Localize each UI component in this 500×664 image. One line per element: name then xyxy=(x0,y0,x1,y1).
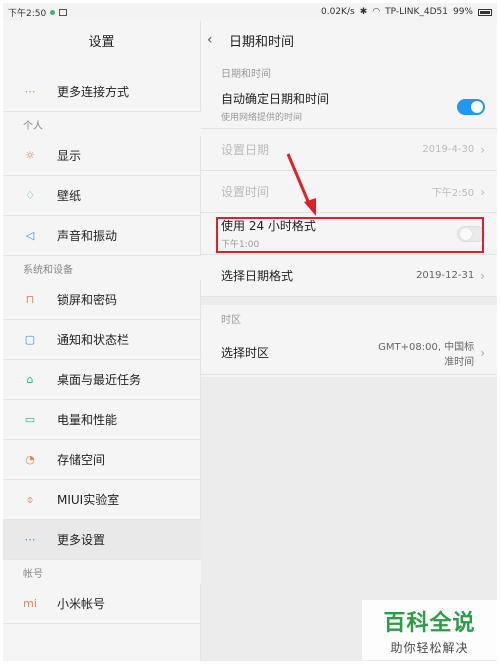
sidebar-item-label: 通知和状态栏 xyxy=(57,333,130,347)
flask-icon: ⌽ xyxy=(26,492,34,506)
sidebar-item[interactable]: mi 小米帐号 xyxy=(3,584,201,624)
chevron-right-icon: › xyxy=(480,184,485,199)
timezone-value-line1: GMT+08:00, 中国标 xyxy=(378,341,475,353)
timezone-title: 选择时区 xyxy=(221,346,270,360)
chevron-right-icon: › xyxy=(480,345,485,360)
sidebar-item[interactable]: ⌽ MIUI实验室 xyxy=(3,480,201,520)
auto-datetime-title: 自动确定日期和时间 xyxy=(221,92,330,106)
sidebar-item-label: 显示 xyxy=(57,149,82,163)
sidebar-item[interactable]: ◔ 存储空间 xyxy=(3,440,201,480)
sidebar-item-label: 电量和性能 xyxy=(57,413,118,427)
dots-icon: ⋯ xyxy=(24,533,36,546)
battery-percent: 99% xyxy=(452,7,473,17)
sidebar-item-label: 壁纸 xyxy=(57,189,82,203)
date-format-title: 选择日期格式 xyxy=(221,269,294,283)
settings-sidebar: 设置 ⋯ 更多连接方式个人 ☼ 显示 ♢ 壁纸 ◁ 声音和振动系统和设备 ⊓ 锁屏和密码 ▢ 通知和状… xyxy=(3,21,201,661)
watermark-subtitle: 助你轻松解决 xyxy=(390,640,469,655)
status-bar: 下午2:50 0.02K/s ✱ ◠ TP-LINK_4D51 99% xyxy=(3,3,497,21)
sidebar-item[interactable]: ☼ 显示 xyxy=(3,136,201,176)
set-time-row[interactable]: 设置时间 下午2:50 › xyxy=(201,171,497,213)
set-time-title: 设置时间 xyxy=(221,185,270,199)
mi-icon: mi xyxy=(23,597,37,610)
bluetooth-icon: ✱ xyxy=(359,7,368,17)
auto-datetime-sub: 使用网络提供的时间 xyxy=(221,113,303,123)
sidebar-item-label: 锁屏和密码 xyxy=(57,293,118,307)
watermark-title: 百科全说 xyxy=(383,610,476,636)
home-icon: ⌂ xyxy=(26,373,34,386)
sun-icon: ☼ xyxy=(25,149,35,162)
sidebar-item-label: 更多设置 xyxy=(57,533,106,547)
watermark: 百科全说 助你轻松解决 xyxy=(362,600,497,660)
image-icon xyxy=(59,8,68,16)
highlight-box xyxy=(216,217,484,253)
battery-icon xyxy=(478,8,492,16)
wallpaper-icon: ♢ xyxy=(25,189,35,202)
chevron-left-icon[interactable]: ‹ xyxy=(207,32,223,48)
date-format-row[interactable]: 选择日期格式 2019-12-31 › xyxy=(201,255,497,297)
network-speed: 0.02K/s xyxy=(321,7,355,17)
timezone-value-line2: 准时间 xyxy=(444,356,475,368)
wifi-name: TP-LINK_4D51 xyxy=(385,7,448,17)
sidebar-item[interactable]: ◁ 声音和振动 xyxy=(3,216,201,256)
timezone-value: GMT+08:00, 中国标 准时间 xyxy=(378,338,474,368)
section-header-timezone: 时区 xyxy=(221,314,241,326)
sidebar-item-label: 桌面与最近任务 xyxy=(57,373,142,387)
sidebar-section-header: 个人 xyxy=(3,112,201,136)
sidebar-item[interactable]: ▢ 通知和状态栏 xyxy=(3,320,201,360)
sidebar-item[interactable]: ♢ 壁纸 xyxy=(3,176,201,216)
storage-icon: ◔ xyxy=(25,453,35,466)
set-date-row[interactable]: 设置日期 2019-4-30 › xyxy=(201,129,497,171)
sidebar-item-label: 声音和振动 xyxy=(57,229,118,243)
speaker-icon: ◁ xyxy=(25,229,35,242)
set-date-value: 2019-4-30 xyxy=(422,144,475,155)
sidebar-item-label: 小米帐号 xyxy=(57,597,106,611)
set-time-value: 下午2:50 xyxy=(431,188,475,199)
sidebar-item-label: 存储空间 xyxy=(57,453,106,467)
sidebar-item[interactable]: ▭ 电量和性能 xyxy=(3,400,201,440)
date-format-value: 2019-12-31 xyxy=(416,270,475,281)
auto-datetime-toggle[interactable] xyxy=(457,98,485,115)
panel-header: ‹ 日期和时间 xyxy=(201,21,497,59)
sidebar-item[interactable]: ⋯ 更多连接方式 xyxy=(3,72,201,112)
chevron-right-icon: › xyxy=(480,268,485,283)
status-time: 下午2:50 xyxy=(8,8,47,19)
set-date-title: 设置日期 xyxy=(221,143,270,157)
sidebar-list: ⋯ 更多连接方式个人 ☼ 显示 ♢ 壁纸 ◁ 声音和振动系统和设备 ⊓ 锁屏和密码 ▢ 通知和状态栏 ⌂… xyxy=(3,72,201,624)
sidebar-item-label: 更多连接方式 xyxy=(57,85,130,99)
sidebar-section-header: 系统和设备 xyxy=(3,256,201,280)
sidebar-item[interactable]: ⊓ 锁屏和密码 xyxy=(3,280,201,320)
section-header-datetime: 日期和时间 xyxy=(221,68,271,80)
sidebar-section-header: 帐号 xyxy=(3,560,201,584)
date-time-panel: ‹ 日期和时间 日期和时间 自动确定日期和时间 使用网络提供的时间 设置日期 2… xyxy=(201,21,497,661)
battery-icon: ▭ xyxy=(24,413,36,426)
lock-icon: ⊓ xyxy=(25,293,35,306)
sidebar-item[interactable]: ⋯ 更多设置 xyxy=(3,520,201,560)
sidebar-item[interactable]: ⌂ 桌面与最近任务 xyxy=(3,360,201,400)
location-dot-icon xyxy=(50,9,56,15)
timezone-row[interactable]: 选择时区 GMT+08:00, 中国标 准时间 › xyxy=(201,331,497,375)
auto-datetime-row[interactable]: 自动确定日期和时间 使用网络提供的时间 xyxy=(201,85,497,129)
notification-icon: ▢ xyxy=(24,333,36,346)
wifi-icon: ◠ xyxy=(372,7,381,17)
dots-icon: ⋯ xyxy=(24,85,36,98)
sidebar-item-label: MIUI实验室 xyxy=(57,493,120,507)
section-divider xyxy=(201,297,497,305)
chevron-right-icon: › xyxy=(480,142,485,157)
page-title: 日期和时间 xyxy=(229,34,295,50)
pointer-arrow xyxy=(286,153,316,216)
screen: 下午2:50 0.02K/s ✱ ◠ TP-LINK_4D51 99% 设置 ⋯… xyxy=(0,0,500,664)
sidebar-title: 设置 xyxy=(3,21,200,59)
